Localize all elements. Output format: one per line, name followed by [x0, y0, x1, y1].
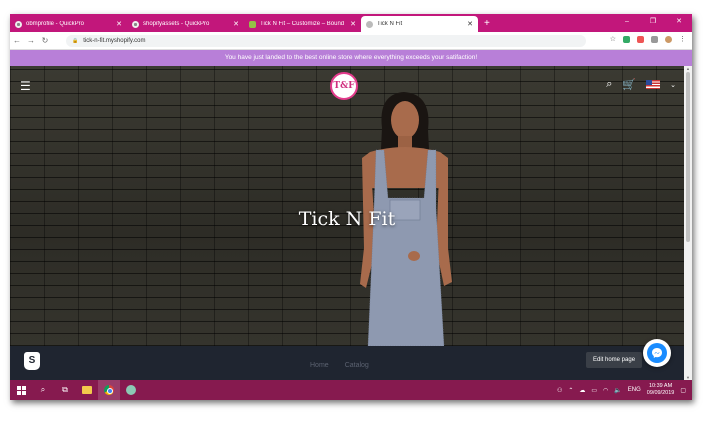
- tab-title: shopifyassets - QuickPro: [143, 21, 210, 27]
- extension-icon[interactable]: [651, 35, 658, 43]
- close-icon[interactable]: ✕: [467, 20, 473, 28]
- star-icon[interactable]: ☆: [610, 35, 616, 43]
- messenger-chat-button[interactable]: [643, 339, 671, 367]
- tab-strip: obmprofile - QuickPro ✕ shopifyassets - …: [10, 14, 692, 32]
- tab-title: Tick N Fit – Customize – Bound: [260, 21, 345, 27]
- menu-icon[interactable]: ☰: [20, 80, 31, 92]
- shopify-bag-icon[interactable]: S: [24, 352, 40, 370]
- file-explorer-button[interactable]: [76, 380, 98, 400]
- more-menu-icon[interactable]: ⋮: [679, 35, 686, 43]
- tab-customize[interactable]: Tick N Fit – Customize – Bound ✕: [244, 16, 361, 32]
- chrome-icon: [104, 385, 114, 395]
- globe-favicon-icon: [366, 20, 373, 28]
- close-icon[interactable]: ✕: [350, 20, 356, 28]
- hero-slideshow: ☰ T&F ⌕ 🛒 ⌄ Tick N Fit ‹ › ❚❚: [10, 66, 684, 358]
- us-flag-icon[interactable]: [646, 80, 661, 89]
- chevron-down-icon[interactable]: ⌄: [670, 81, 676, 89]
- cart-icon[interactable]: 🛒: [622, 78, 636, 91]
- extension-icon[interactable]: [623, 35, 630, 43]
- back-icon[interactable]: ←: [10, 36, 24, 45]
- extension-area: ☆ ⋮: [610, 35, 686, 43]
- system-tray: ⚇ ⌃ ☁ ▭ ◠ 🔈 ENG 10:39 AM 09/09/2019 ▢: [557, 380, 686, 400]
- chevron-up-icon[interactable]: ⌃: [568, 387, 573, 394]
- tab-tick-n-fit[interactable]: Tick N Fit ✕: [361, 16, 478, 32]
- folder-icon: [82, 386, 92, 394]
- announcement-bar: You have just landed to the best online …: [10, 50, 692, 66]
- search-icon[interactable]: ⌕: [606, 78, 612, 91]
- close-icon[interactable]: ✕: [116, 20, 122, 28]
- shopify-favicon-icon: [249, 20, 256, 28]
- scrollbar-thumb[interactable]: [686, 72, 690, 242]
- page-scrollbar[interactable]: ▲ ▼: [684, 66, 692, 380]
- wifi-icon[interactable]: ◠: [603, 387, 608, 394]
- store-logo[interactable]: T&F: [330, 72, 358, 100]
- chrome-button[interactable]: [98, 380, 120, 400]
- footer-nav: Home Catalog: [310, 362, 369, 369]
- task-view-icon[interactable]: ⧉: [54, 380, 76, 400]
- clock-time: 10:39 AM: [648, 383, 673, 389]
- messenger-icon: [647, 343, 667, 363]
- people-icon[interactable]: ⚇: [557, 387, 562, 394]
- extension-icon[interactable]: [637, 35, 644, 43]
- windows-icon: [16, 385, 26, 395]
- store-page: You have just landed to the best online …: [10, 50, 692, 380]
- shopify-preview-bar: S Home Catalog Edit home page: [10, 339, 684, 380]
- scroll-up-icon[interactable]: ▲: [684, 66, 692, 71]
- quickpro-favicon-icon: [132, 20, 139, 28]
- notifications-icon[interactable]: ▢: [680, 387, 686, 394]
- language-indicator[interactable]: ENG: [628, 387, 641, 393]
- window-controls: – ❐ ✕: [614, 14, 692, 30]
- tab-title: obmprofile - QuickPro: [26, 21, 85, 27]
- edit-home-page-button[interactable]: Edit home page: [586, 352, 643, 368]
- quickpro-favicon-icon: [15, 20, 22, 28]
- start-button[interactable]: [10, 380, 32, 400]
- nav-catalog-link[interactable]: Catalog: [345, 362, 369, 369]
- cloud-icon[interactable]: ☁: [579, 387, 585, 394]
- new-tab-button[interactable]: +: [484, 16, 490, 32]
- forward-icon[interactable]: →: [24, 36, 38, 45]
- address-bar[interactable]: 🔒 tick-n-fit.myshopify.com: [66, 35, 586, 47]
- app-button[interactable]: [120, 380, 142, 400]
- reload-icon[interactable]: ↻: [38, 36, 52, 45]
- clock[interactable]: 10:39 AM 09/09/2019: [647, 383, 675, 397]
- lock-icon[interactable]: 🔒: [72, 38, 78, 44]
- battery-icon[interactable]: ▭: [591, 387, 597, 394]
- close-icon[interactable]: ✕: [233, 20, 239, 28]
- close-window-button[interactable]: ✕: [666, 14, 692, 30]
- header-icons: ⌕ 🛒 ⌄: [606, 78, 676, 91]
- minimize-button[interactable]: –: [614, 14, 640, 30]
- windows-taskbar: ⌕ ⧉ ⚇ ⌃ ☁ ▭ ◠ 🔈 ENG 10:39 AM 09/09/2019 …: [10, 380, 692, 400]
- hero-title: Tick N Fit: [298, 208, 396, 230]
- tab-obmprofile[interactable]: obmprofile - QuickPro ✕: [10, 16, 127, 32]
- search-icon[interactable]: ⌕: [32, 380, 54, 400]
- volume-icon[interactable]: 🔈: [614, 387, 621, 394]
- tab-shopifyassets[interactable]: shopifyassets - QuickPro ✕: [127, 16, 244, 32]
- avatar[interactable]: [665, 35, 672, 43]
- address-toolbar: ← → ↻ 🔒 tick-n-fit.myshopify.com ☆ ⋮: [10, 32, 692, 50]
- tab-title: Tick N Fit: [377, 21, 403, 27]
- maximize-button[interactable]: ❐: [640, 14, 666, 30]
- url-text: tick-n-fit.myshopify.com: [83, 38, 146, 44]
- clock-date: 09/09/2019: [646, 390, 675, 396]
- browser-window: obmprofile - QuickPro ✕ shopifyassets - …: [10, 14, 692, 400]
- app-icon: [126, 385, 136, 395]
- nav-home-link[interactable]: Home: [310, 362, 329, 369]
